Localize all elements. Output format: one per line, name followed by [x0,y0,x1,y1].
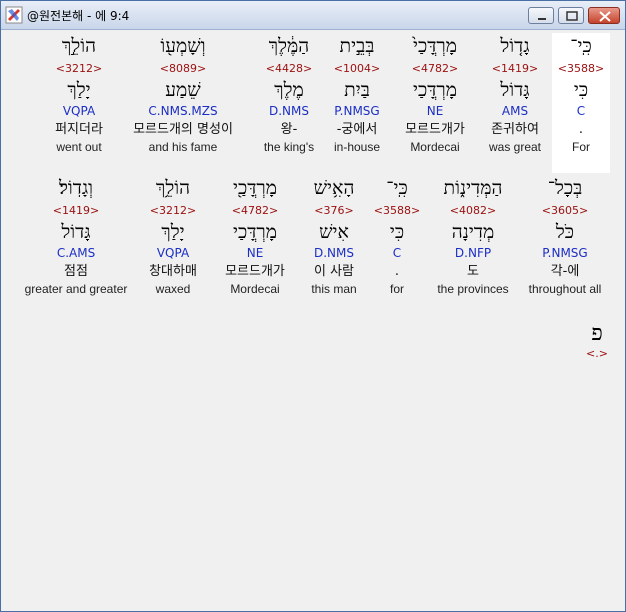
hebrew-word: כִּֽי־ [570,35,592,57]
korean-gloss: 이 사람 [313,264,354,279]
morphology-code: NE [246,246,264,260]
word-cell[interactable]: הוֹלֵ֣ךְ <3212> יָלַךְ VQPA 퍼지더라 went out [34,33,124,156]
strongs-number[interactable]: <3212> [34,60,124,77]
strongs-number[interactable]: <3212> [128,202,218,219]
word-cell[interactable]: גָד֤וֹל <1419> גָּדוֹל AMS 존귀하여 was great [470,33,560,156]
korean-gloss: . [578,122,584,137]
strongs-number[interactable]: <4782> [390,60,480,77]
lemma-word: כֹּל [555,221,575,243]
morphology-code: D.NMS [313,246,354,260]
morphology-code: P.NMSG [542,246,588,260]
lemma-word: גָּדוֹל [61,221,91,243]
close-button[interactable] [588,7,620,24]
morphology-code: C.AMS [56,246,96,260]
strongs-number[interactable]: <4782> [210,202,300,219]
word-cell[interactable]: הוֹלֵ֥ךְ <3212> יָלַךְ VQPA 창대하매 waxed [128,175,218,298]
morphology-code: VQPA [62,104,96,118]
paragraph-marker-code: <.> [586,347,608,360]
korean-gloss: 창대하매 [149,264,197,279]
minimize-button[interactable] [528,7,554,24]
english-gloss: greater and greater [24,282,128,296]
korean-gloss: 모르드개가 [405,122,465,137]
morphology-code: C [576,104,586,118]
korean-gloss: 퍼지더라 [55,122,103,137]
strongs-number[interactable]: <376> [289,202,379,219]
title-bar[interactable]: @원전본해 - 에 9:4 [1,1,625,30]
word-cell[interactable]: הָאִ֥ישׁ <376> אִישׁ D.NMS 이 사람 this man [289,175,379,298]
lemma-word: כִּי [573,79,589,101]
english-gloss: this man [311,282,357,296]
hebrew-word: מָרְדֳּכַ֖י [232,177,277,199]
window-title: @원전본해 - 에 9:4 [27,9,130,23]
hebrew-word: הוֹלֵ֥ךְ [155,177,190,199]
hebrew-word: גָד֤וֹל [500,35,530,57]
korean-gloss: 점점 [64,264,88,279]
hebrew-word: הוֹלֵ֣ךְ [61,35,96,57]
english-gloss: Mordecai [410,140,460,154]
english-gloss: was great [488,140,542,154]
app-icon [5,6,23,24]
english-gloss: waxed [155,282,191,296]
morphology-code: VQPA [156,246,190,260]
app-window: @원전본해 - 에 9:4 כִּֽי־ <3588> כִּי C. For גָד֤ו… [0,0,626,612]
maximize-button[interactable] [558,7,584,24]
hebrew-word: וְגָדֽוֹל׃ [58,177,94,199]
paragraph-marker-glyph: פ [591,321,603,346]
strongs-number[interactable]: <8089> [118,60,248,77]
strongs-number[interactable]: <1419> [16,202,136,219]
lemma-word: מָרְדֳּכַי [232,221,277,243]
hebrew-word: הָאִ֥ישׁ [313,177,355,199]
english-gloss: For [572,140,590,154]
morphology-code: NE [426,104,444,118]
word-cell[interactable]: מָרְדֳּכַ֖י <4782> מָרְדֳּכַי NE 모르드개가 Mordec… [210,175,300,298]
morphology-code: C.NMS.MZS [148,104,218,118]
word-cell[interactable]: בְּכָל־ <3605> כֹּל P.NMSG 각-에 throughout all [520,175,610,298]
interlinear-panel: כִּֽי־ <3588> כִּי C. For גָד֤וֹל <1419> גָּדוֹ… [3,31,623,607]
korean-gloss: 각-에 [550,264,580,279]
strongs-number[interactable]: <4428> [244,60,334,77]
lemma-word: שֵׁמַע [165,79,201,101]
paragraph-marker: פ <.> [577,321,617,361]
korean-gloss: 모르드개가 [225,264,285,279]
hebrew-word: מָרְדֳּכַי֙ [412,35,457,57]
hebrew-word: וְשָׁמְע֖וֹ [160,35,206,57]
word-cell[interactable]: הַמֶּ֔לֶךְ <4428> מֶלֶךְ D.NMS 왕-the king's [244,33,334,156]
english-gloss: went out [56,140,102,154]
english-gloss: Mordecai [230,282,280,296]
word-cell[interactable]: וְשָׁמְע֖וֹ <8089> שֵׁמַע C.NMS.MZS 모르드개의 명성… [118,33,248,156]
english-gloss: throughout all [528,282,602,296]
lemma-word: מֶלֶךְ [274,79,304,101]
korean-gloss: 존귀하여 [491,122,539,137]
strongs-number[interactable]: <1419> [470,60,560,77]
lemma-word: מָרְדֳּכַי [412,79,457,101]
english-gloss: the king's [263,140,315,154]
morphology-code: AMS [501,104,529,118]
strongs-number[interactable]: <3605> [520,202,610,219]
lemma-word: יָלַךְ [161,221,185,243]
hebrew-word: הַמֶּ֔לֶךְ [268,35,310,57]
word-cell[interactable]: וְגָדֽוֹל׃ <1419> גָּדוֹל C.AMS 점점 greater an… [16,175,136,298]
morphology-code: D.NMS [268,104,309,118]
strongs-number[interactable]: <3588> [552,60,610,77]
english-gloss: and his fame [148,140,218,154]
lemma-word: יָלַךְ [67,79,91,101]
word-cell[interactable]: מָרְדֳּכַי֙ <4782> מָרְדֳּכַי NE 모르드개가 Mordec… [390,33,480,156]
lemma-word: אִישׁ [319,221,349,243]
korean-gloss: 왕- [280,122,298,137]
lemma-word: גָּדוֹל [500,79,530,101]
korean-gloss: 모르드개의 명성이 [133,122,233,137]
word-cell[interactable]: כִּֽי־ <3588> כִּי C. For [552,33,610,173]
hebrew-word: בְּכָל־ [547,177,583,199]
